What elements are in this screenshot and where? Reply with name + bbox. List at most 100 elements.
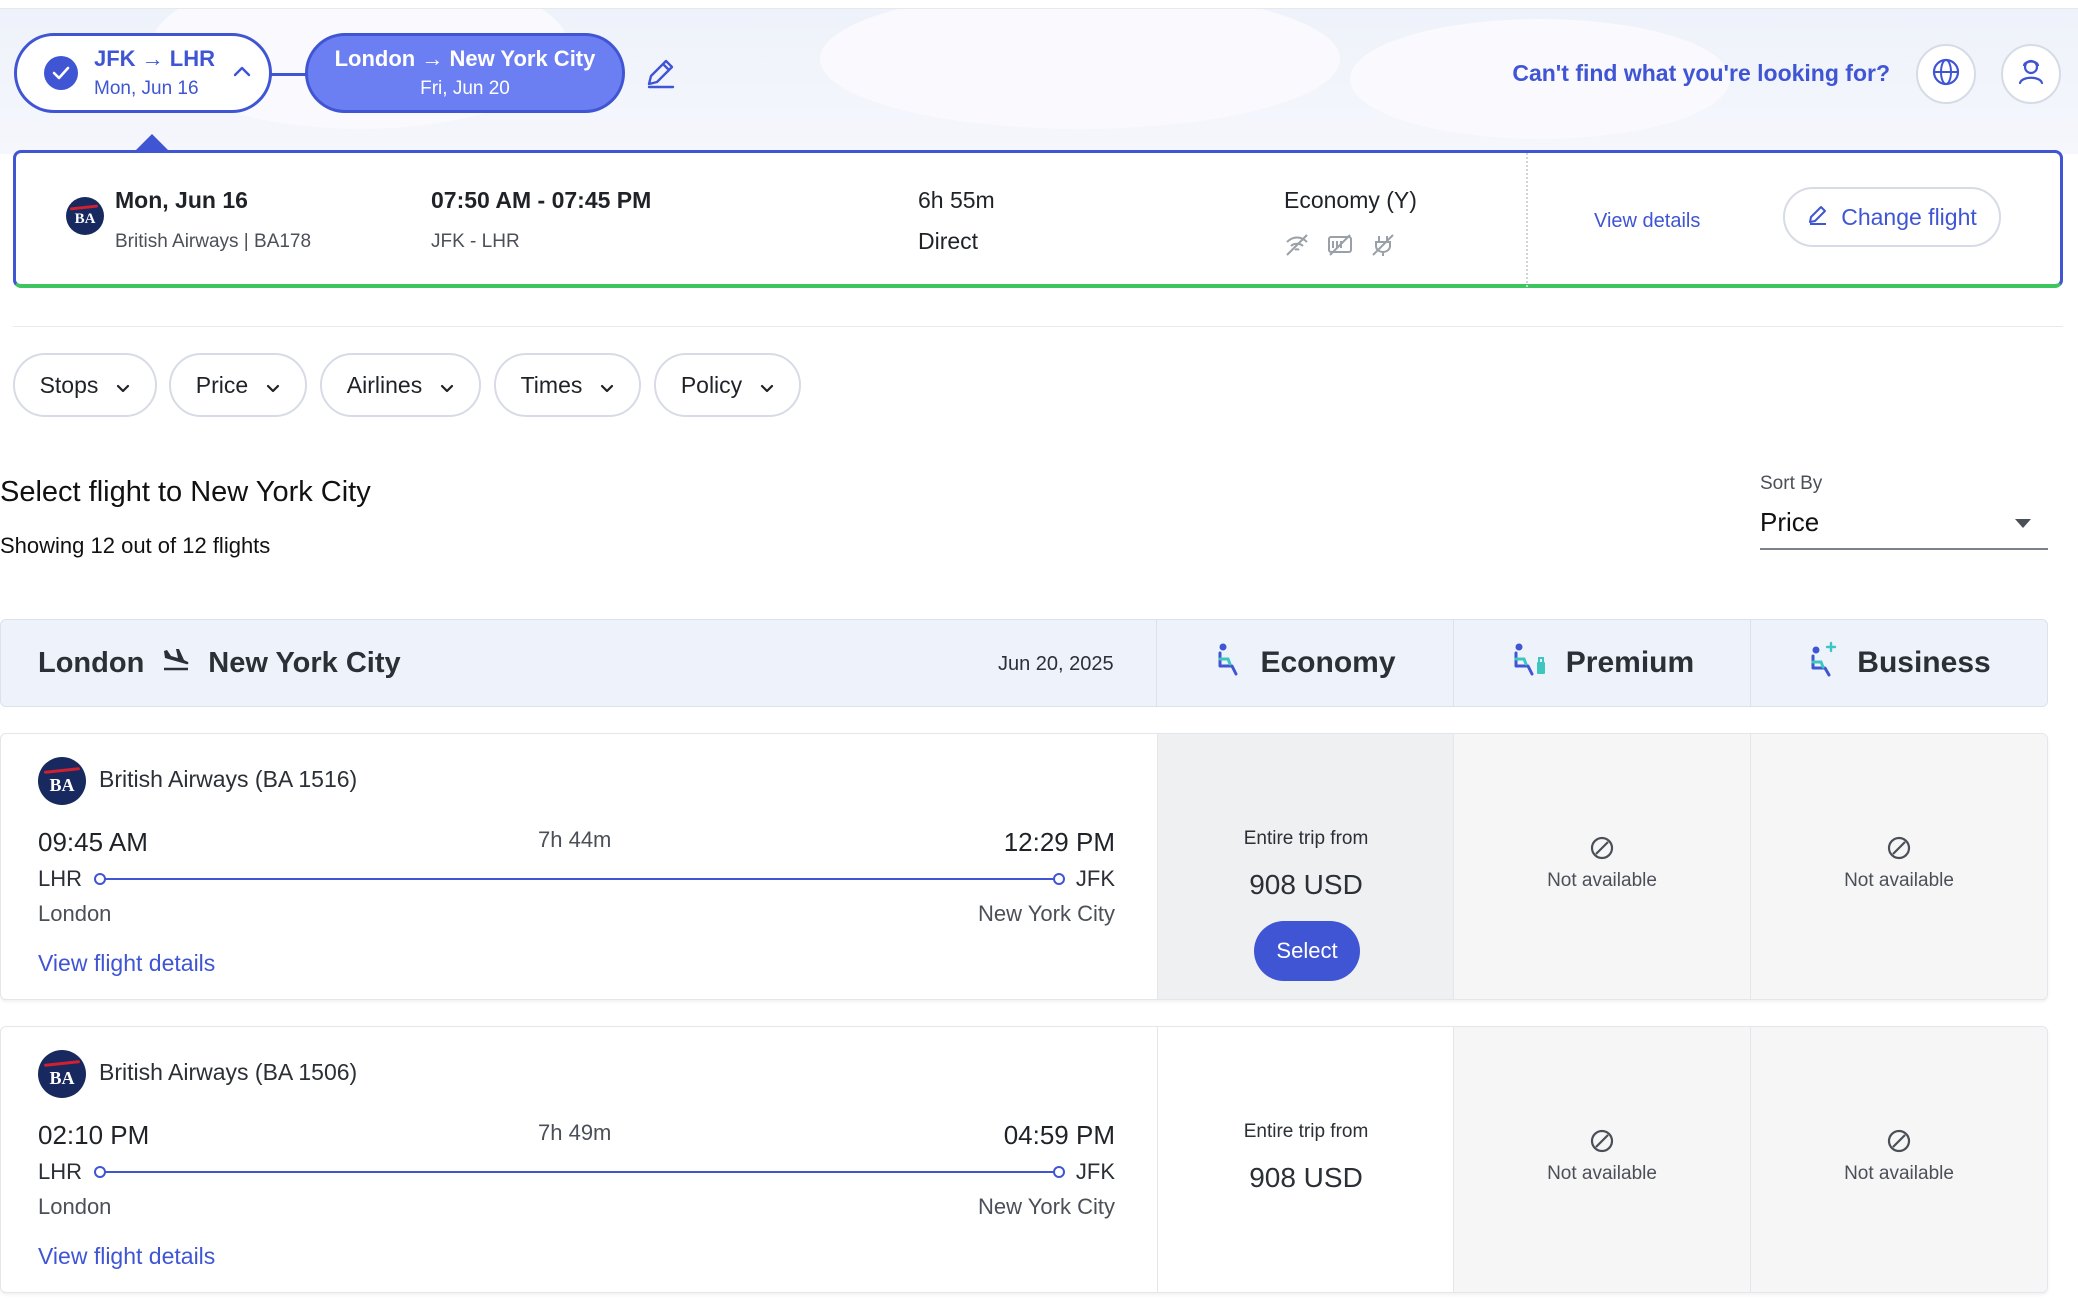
origin-code: LHR bbox=[38, 1159, 83, 1184]
filter-airlines[interactable]: Airlines bbox=[320, 353, 481, 417]
flight-row: BA British Airways (BA 1506) 02:10 PM 7h… bbox=[0, 1026, 2048, 1293]
filter-times[interactable]: Times bbox=[494, 353, 641, 417]
destination-dot bbox=[1053, 1166, 1065, 1178]
destination-city: New York City bbox=[208, 646, 401, 679]
fare-economy[interactable]: Entire trip from 908 USD bbox=[1157, 1027, 1454, 1292]
destination-code: JFK bbox=[1075, 866, 1115, 891]
flight-duration: 7h 49m bbox=[538, 1120, 612, 1145]
cabin-header-business: Business bbox=[1750, 620, 2047, 706]
cabin-header-premium: Premium bbox=[1453, 620, 1750, 706]
fare-business: Not available bbox=[1750, 734, 2047, 999]
account-button[interactable] bbox=[2001, 44, 2061, 104]
origin-city: London bbox=[38, 646, 145, 679]
selected-flight-card: BA Mon, Jun 16 British Airways | BA178 0… bbox=[13, 150, 2063, 288]
airline-logo: BA bbox=[38, 1050, 86, 1098]
section-divider bbox=[13, 326, 2063, 327]
origin-dot bbox=[94, 1166, 106, 1178]
departure-time: 09:45 AM bbox=[38, 827, 148, 857]
fare-business: Not available bbox=[1750, 1027, 2047, 1292]
airline-name: British Airways (BA 1506) bbox=[99, 1059, 358, 1085]
fare-premium: Not available bbox=[1453, 1027, 1750, 1292]
fare-price: 908 USD bbox=[1249, 869, 1363, 900]
not-available-text: Not available bbox=[1547, 870, 1657, 891]
filter-policy[interactable]: Policy bbox=[654, 353, 801, 417]
leg-date: Mon, Jun 16 bbox=[94, 78, 199, 99]
not-available-text: Not available bbox=[1844, 1163, 1954, 1184]
chevron-down-icon bbox=[600, 372, 614, 399]
destination-dot bbox=[1053, 873, 1065, 885]
leg-connector bbox=[271, 73, 307, 76]
view-details-link[interactable]: View details bbox=[1594, 210, 1700, 233]
plane-landing-icon bbox=[162, 646, 190, 680]
selected-flight-cabin: Economy (Y) bbox=[1284, 187, 1417, 213]
flight-date: Jun 20, 2025 bbox=[998, 653, 1114, 675]
select-button[interactable]: Select bbox=[1254, 921, 1360, 981]
no-wifi-icon bbox=[1284, 233, 1310, 262]
sort-label: Sort By bbox=[1760, 473, 1823, 494]
fare-economy[interactable]: Entire trip from 908 USD Select bbox=[1157, 734, 1454, 999]
top-border bbox=[0, 0, 2078, 9]
premium-seat-icon bbox=[1510, 642, 1548, 684]
not-available-icon bbox=[1588, 834, 1616, 867]
user-icon bbox=[2015, 56, 2047, 93]
route-heading: London New York City bbox=[38, 646, 401, 680]
view-flight-details-link[interactable]: View flight details bbox=[38, 1243, 215, 1270]
airline-logo: BA bbox=[66, 197, 104, 235]
selected-flight-duration: 6h 55m bbox=[918, 187, 995, 213]
check-icon bbox=[44, 56, 78, 90]
not-available-icon bbox=[1885, 834, 1913, 867]
results-table-header: London New York City Jun 20, 2025 Econom… bbox=[0, 619, 2048, 707]
fare-price: 908 USD bbox=[1249, 1162, 1363, 1193]
filter-label: Airlines bbox=[346, 371, 423, 398]
change-flight-label: Change flight bbox=[1841, 203, 1977, 230]
fare-label: Entire trip from bbox=[1243, 828, 1369, 849]
business-seat-icon bbox=[1807, 641, 1839, 685]
origin-city: London bbox=[38, 901, 112, 926]
pencil-icon bbox=[1807, 203, 1829, 231]
globe-icon bbox=[1931, 57, 1961, 92]
airline-logo: BA bbox=[38, 757, 86, 805]
flight-duration: 7h 44m bbox=[538, 827, 612, 852]
selected-flight-airline: British Airways | BA178 bbox=[115, 231, 312, 252]
not-available-text: Not available bbox=[1547, 1163, 1657, 1184]
destination-city: New York City bbox=[978, 901, 1115, 926]
filter-label: Times bbox=[520, 371, 583, 398]
edit-search-icon[interactable] bbox=[643, 56, 677, 95]
no-entertainment-icon bbox=[1327, 233, 1353, 262]
fare-premium: Not available bbox=[1453, 734, 1750, 999]
sort-underline bbox=[1760, 548, 2048, 550]
no-power-icon bbox=[1370, 233, 1396, 262]
language-button[interactable] bbox=[1916, 44, 1976, 104]
leg-date: Fri, Jun 20 bbox=[420, 78, 510, 99]
filter-label: Stops bbox=[39, 371, 99, 398]
leg-route: JFK → LHR bbox=[94, 46, 215, 71]
not-available-text: Not available bbox=[1844, 870, 1954, 891]
route-line bbox=[97, 878, 1059, 880]
selected-flight-stops: Direct bbox=[918, 228, 979, 254]
card-divider bbox=[1526, 153, 1528, 287]
filter-label: Price bbox=[195, 371, 249, 398]
destination-city: New York City bbox=[978, 1194, 1115, 1219]
not-available-icon bbox=[1885, 1127, 1913, 1160]
flight-row: BA British Airways (BA 1516) 09:45 AM 7h… bbox=[0, 733, 2048, 1000]
filter-stops[interactable]: Stops bbox=[13, 353, 157, 417]
chevron-down-icon bbox=[760, 372, 774, 399]
airline-name: British Airways (BA 1516) bbox=[99, 766, 358, 792]
arrival-time: 12:29 PM bbox=[1003, 827, 1115, 857]
filter-price[interactable]: Price bbox=[169, 353, 307, 417]
origin-dot bbox=[94, 873, 106, 885]
dropdown-arrow-icon[interactable] bbox=[2015, 519, 2031, 528]
destination-code: JFK bbox=[1075, 1159, 1115, 1184]
help-link[interactable]: Can't find what you're looking for? bbox=[1512, 60, 1890, 87]
leg-pill-outbound[interactable]: JFK → LHR Mon, Jun 16 bbox=[14, 33, 272, 113]
leg-pill-return[interactable]: London → New York City Fri, Jun 20 bbox=[305, 33, 625, 113]
departure-time: 02:10 PM bbox=[38, 1120, 150, 1150]
economy-seat-icon bbox=[1214, 642, 1242, 684]
leg-route: London → New York City bbox=[334, 46, 596, 71]
sort-select[interactable]: Price bbox=[1760, 507, 1819, 538]
view-flight-details-link[interactable]: View flight details bbox=[38, 950, 215, 977]
chevron-down-icon bbox=[440, 372, 454, 399]
results-count: Showing 12 out of 12 flights bbox=[0, 533, 271, 558]
card-pointer bbox=[135, 134, 169, 151]
change-flight-button[interactable]: Change flight bbox=[1783, 187, 2001, 247]
